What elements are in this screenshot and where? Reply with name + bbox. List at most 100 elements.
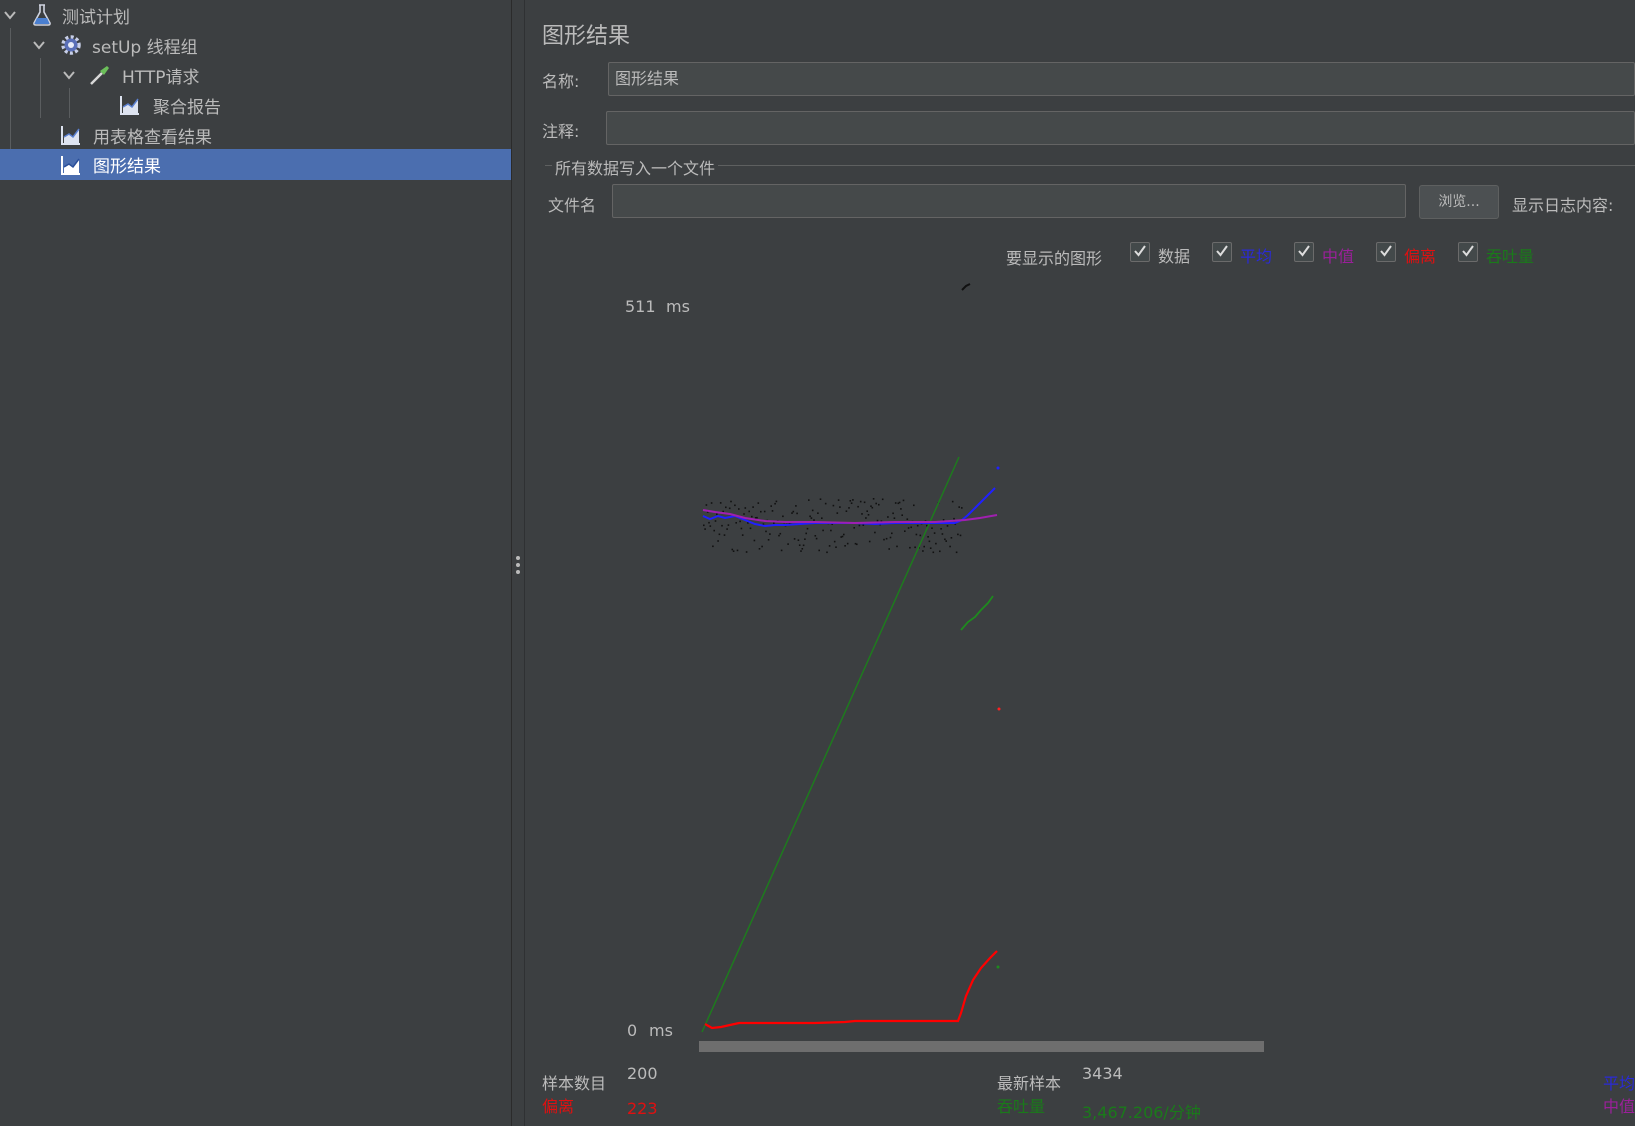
data-point: [758, 548, 761, 550]
data-point: [775, 500, 778, 503]
data-point: [814, 535, 817, 537]
data-point: [888, 548, 890, 550]
data-point: [774, 502, 776, 505]
splitter-grip-dot: [516, 563, 520, 567]
data-point: [894, 502, 897, 504]
tree-item-view-results-table[interactable]: 用表格查看结果: [0, 120, 511, 150]
chevron-down-icon[interactable]: [32, 38, 46, 52]
data-point: [828, 545, 831, 547]
data-point: [835, 546, 837, 548]
data-point: [757, 502, 760, 504]
data-point: [865, 517, 867, 519]
data-point: [716, 513, 718, 515]
data-point: [760, 510, 762, 513]
data-point: [826, 551, 828, 554]
y-axis-max-value: 511: [625, 297, 656, 316]
data-point: [779, 532, 782, 535]
data-point: [745, 551, 748, 553]
data-point: [804, 538, 806, 540]
data-point: [796, 512, 798, 515]
graph-report-icon: [61, 156, 80, 175]
sample-count-value: 200: [627, 1064, 658, 1083]
panel-splitter[interactable]: [512, 0, 525, 1126]
data-point: [703, 524, 705, 527]
data-point: [771, 510, 774, 512]
data-point: [927, 536, 929, 538]
data-point: [881, 498, 884, 501]
data-point: [798, 544, 801, 546]
data-point: [710, 502, 713, 504]
latest-sample-label: 最新样本: [997, 1074, 1062, 1093]
data-point: [832, 504, 835, 507]
tree-item-label: 测试计划: [62, 7, 130, 28]
data-point: [809, 515, 811, 518]
data-point: [726, 528, 728, 530]
data-point: [871, 506, 874, 509]
deviation-stat-label: 偏离: [542, 1097, 575, 1116]
data-point: [850, 502, 853, 504]
data-points: [703, 498, 963, 554]
data-point: [844, 545, 846, 547]
y-axis-max-unit: ms: [666, 297, 690, 316]
data-point: [744, 507, 747, 509]
throughput-line-tail: [960, 595, 994, 631]
data-point: [753, 539, 756, 542]
data-point: [723, 534, 726, 536]
data-point: [889, 536, 892, 539]
data-point: [916, 524, 919, 527]
graph-scrollbar[interactable]: [699, 1041, 1264, 1052]
tree-item-setup-thread-group[interactable]: setUp 线程组: [0, 30, 511, 60]
data-point: [813, 519, 815, 521]
data-point: [728, 507, 731, 510]
data-point: [808, 499, 810, 501]
data-point: [939, 550, 941, 553]
splitter-grip-dot: [516, 556, 520, 560]
tree-item-label: 图形结果: [93, 157, 161, 177]
chevron-down-icon[interactable]: [62, 68, 76, 82]
data-point: [949, 545, 951, 548]
test-plan-tree[interactable]: 测试计划 setUp 线程组 HTTP请求 聚合报告 用表格查看结果 图形结果: [0, 0, 512, 1126]
deviation-line: [704, 950, 998, 1030]
tree-item-http-request[interactable]: HTTP请求: [0, 60, 511, 90]
data-point: [734, 504, 736, 507]
tree-item-label: setUp 线程组: [92, 37, 198, 58]
data-point: [713, 529, 715, 532]
data-point: [957, 533, 959, 536]
data-point: [843, 533, 845, 536]
data-point: [738, 508, 740, 510]
data-point: [951, 500, 954, 503]
data-point: [732, 550, 735, 552]
tree-item-graph-results[interactable]: 图形结果: [0, 149, 511, 180]
tree-item-aggregate-report[interactable]: 聚合报告: [0, 90, 511, 120]
pipette-icon: [90, 66, 109, 85]
data-point: [841, 535, 844, 538]
data-point: [900, 508, 902, 510]
data-point: [874, 531, 876, 534]
data-point: [765, 530, 767, 533]
splitter-grip-dot: [516, 570, 520, 574]
data-point: [712, 545, 714, 548]
data-point: [876, 519, 879, 522]
data-point: [806, 527, 809, 530]
data-point: [815, 537, 818, 540]
data-point: [821, 517, 823, 519]
data-point: [896, 545, 898, 548]
data-point: [717, 540, 719, 542]
data-point: [741, 534, 744, 536]
data-point: [945, 540, 947, 542]
data-point: [743, 513, 745, 515]
data-point: [833, 540, 836, 543]
data-point: [761, 545, 763, 548]
data-point: [852, 499, 854, 501]
data-point: [944, 538, 946, 541]
data-point: [730, 500, 732, 503]
y-axis-min-unit: ms: [649, 1021, 673, 1040]
deviation-stat-value: 223: [627, 1099, 658, 1118]
chevron-down-icon[interactable]: [3, 8, 17, 22]
data-point: [848, 507, 850, 509]
data-point: [802, 544, 805, 547]
throughput-line: [701, 456, 960, 1033]
data-point: [763, 510, 766, 513]
tree-item-test-plan[interactable]: 测试计划: [0, 0, 511, 30]
deviation-tail-dot: [997, 707, 1001, 711]
